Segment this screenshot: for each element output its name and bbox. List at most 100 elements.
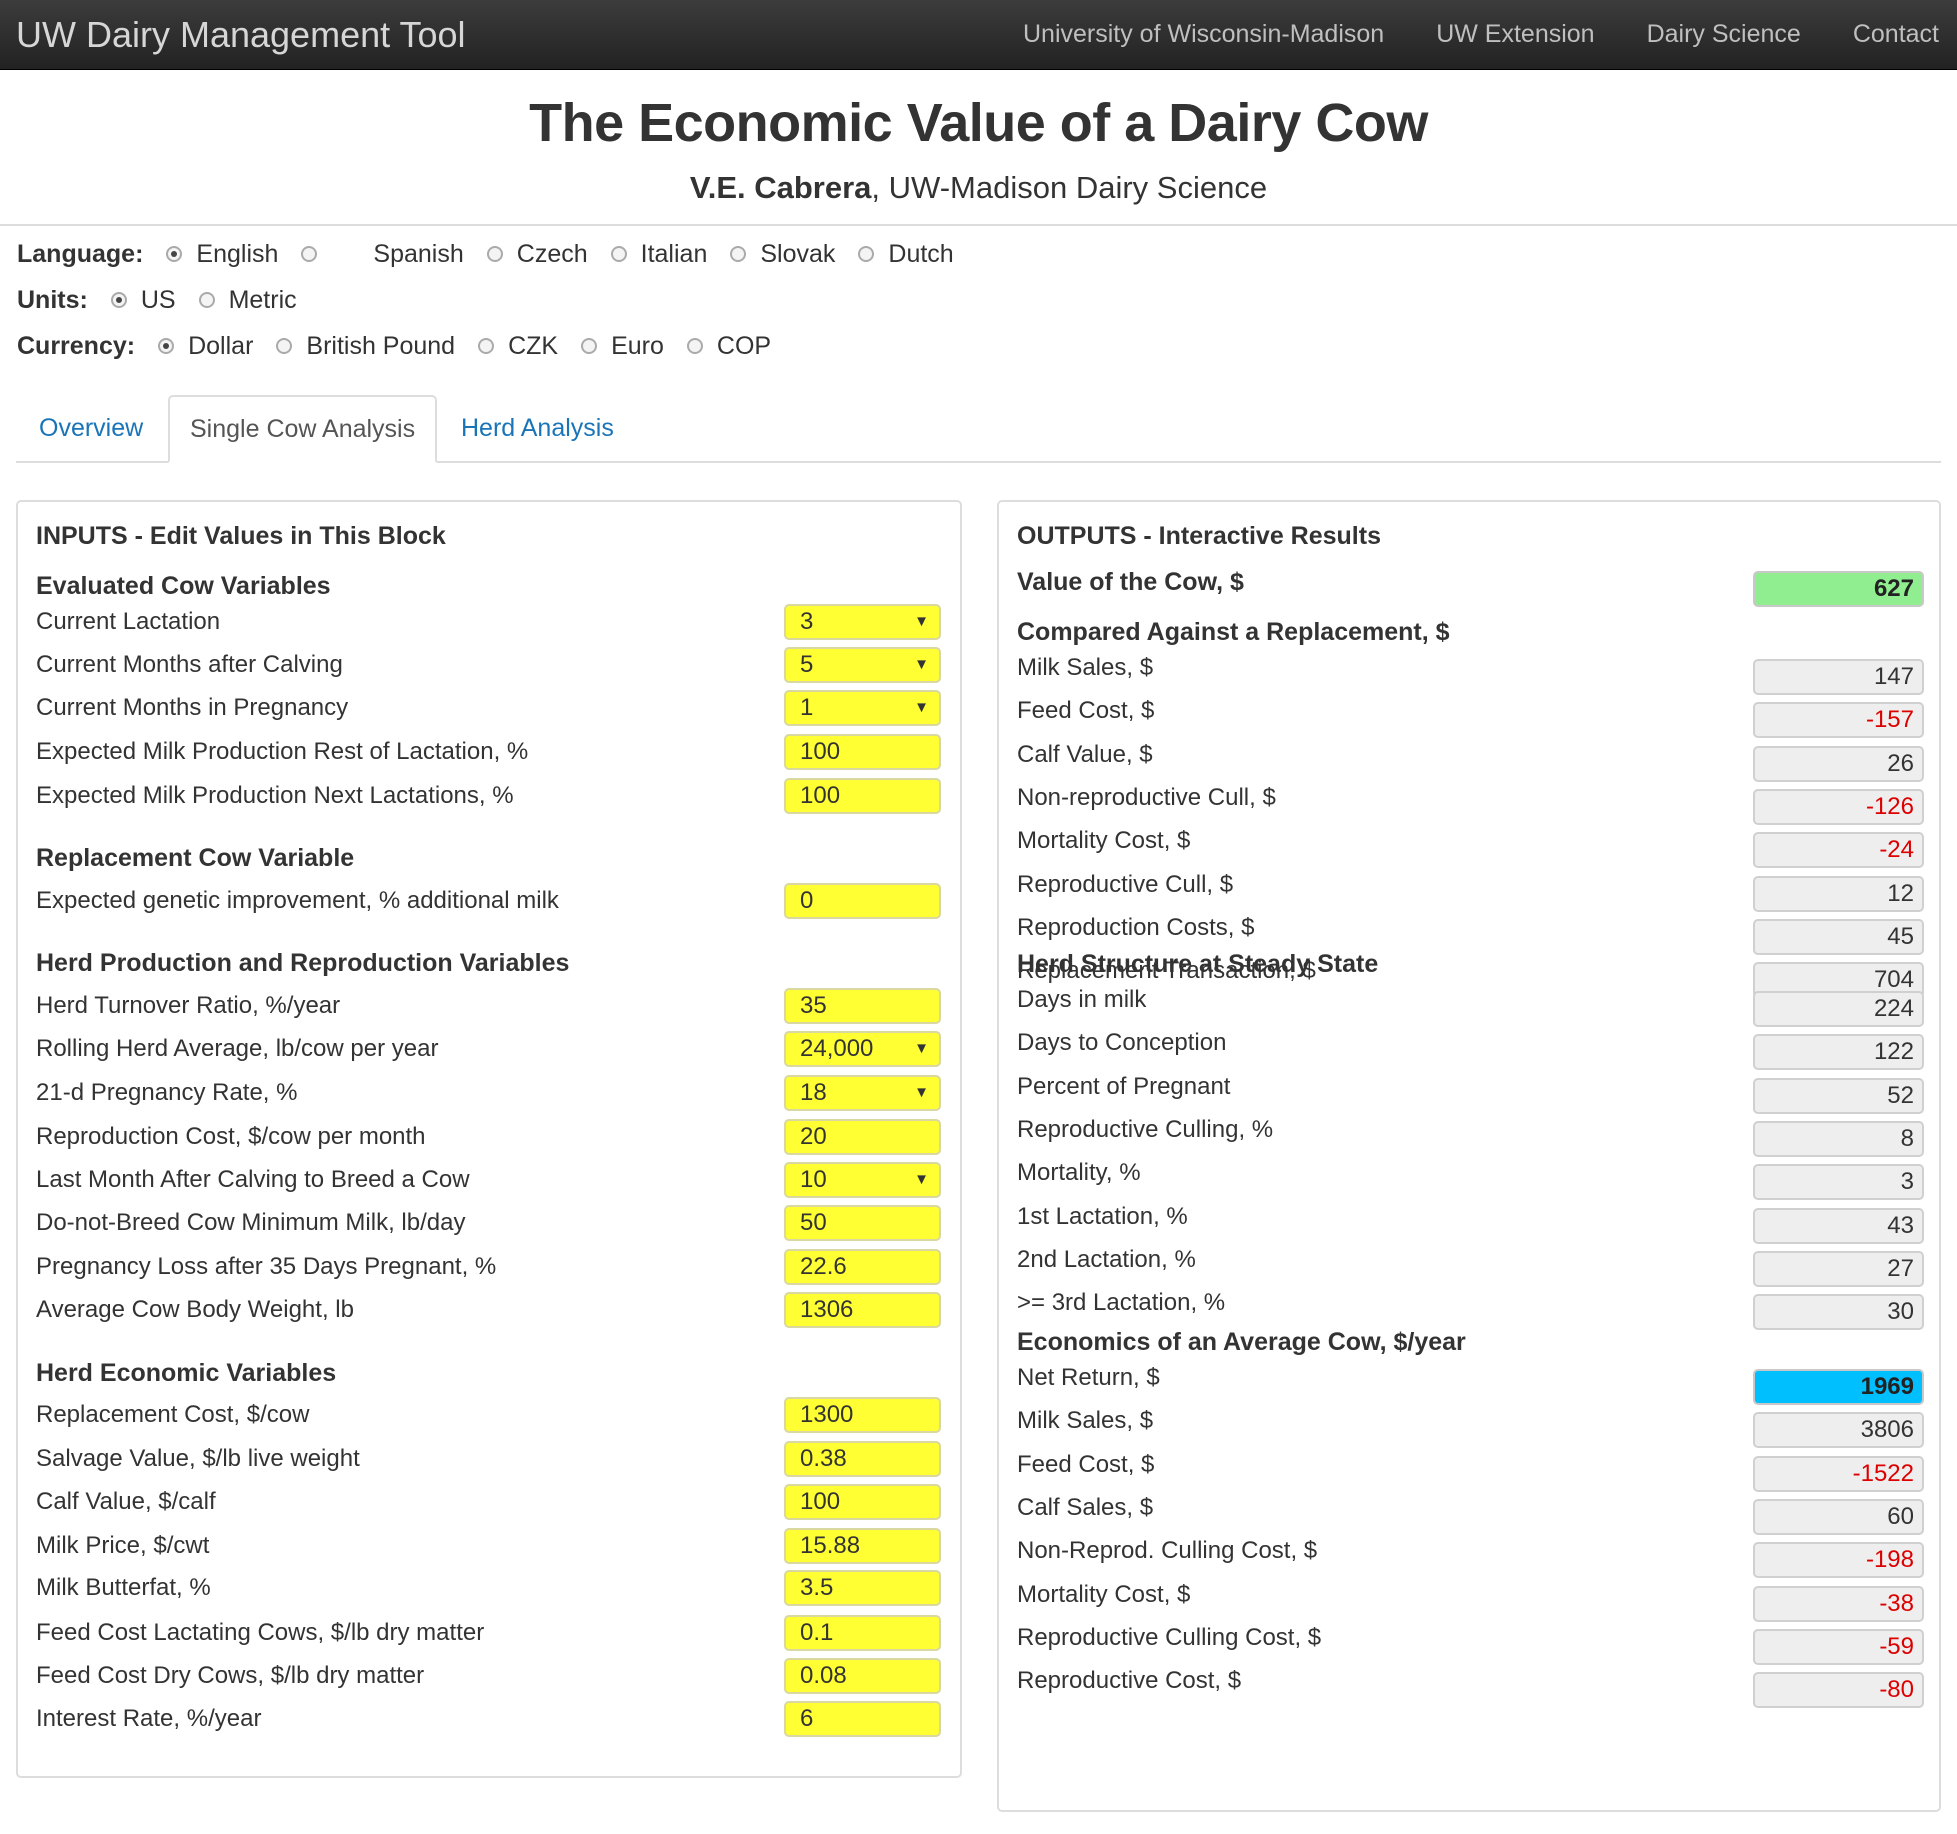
input-value: 100 (800, 738, 841, 765)
dropdown-caret-icon: ▼ (914, 1040, 929, 1057)
output-value-reproduction-costs: 45 (1753, 919, 1924, 955)
input-value: 20 (800, 1123, 827, 1150)
input-label-feed-cost-dry-cows-lb-dry-matter: Feed Cost Dry Cows, $/lb dry matter (36, 1662, 425, 1689)
radio-slovak[interactable] (730, 246, 747, 262)
author-name: V.E. Cabrera (689, 170, 872, 205)
tab-single-cow-analysis[interactable]: Single Cow Analysis (168, 395, 438, 463)
currency-option-czk[interactable]: CZK (478, 332, 558, 361)
header-divider (0, 224, 1957, 226)
units-row: Units: US Metric (0, 277, 1957, 323)
select-rolling-herd-average-lb-cow-per-year[interactable]: 24,000 ▼ (784, 1031, 941, 1067)
radio-czech[interactable] (486, 246, 503, 262)
currency-option-cop[interactable]: COP (686, 332, 771, 361)
dropdown-caret-icon: ▼ (914, 699, 929, 716)
output-value-days-in-milk: 224 (1753, 991, 1924, 1027)
input-milk-butterfat[interactable]: 3.5 (784, 1570, 941, 1606)
output-label-mortality: Mortality, % (1017, 1159, 1141, 1186)
input-expected-milk-production-next-lactations[interactable]: 100 (784, 778, 941, 814)
output-value-net-return: 1969 (1753, 1369, 1924, 1405)
radio-cop[interactable] (686, 338, 703, 354)
input-replacement-cost-cow[interactable]: 1300 (784, 1397, 941, 1433)
output-label-net-return: Net Return, $ (1017, 1364, 1160, 1391)
input-value: 0.38 (800, 1445, 847, 1472)
input-value: 1306 (800, 1296, 854, 1323)
output-value-feed-cost: -157 (1753, 702, 1924, 738)
input-label-herd-turnover-ratio-year: Herd Turnover Ratio, %/year (36, 992, 341, 1019)
input-label-replacement-cost-cow: Replacement Cost, $/cow (36, 1401, 310, 1428)
input-value: 3.5 (800, 1574, 834, 1601)
radio-metric[interactable] (198, 292, 215, 308)
output-label-feed-cost: Feed Cost, $ (1017, 697, 1155, 724)
input-feed-cost-lactating-cows-lb-dry-matter[interactable]: 0.1 (784, 1615, 941, 1651)
tab-overview[interactable]: Overview (39, 395, 143, 461)
input-label-expected-genetic-improvement-additional-milk: Expected genetic improvement, % addition… (36, 887, 559, 914)
language-option-english[interactable]: English (166, 240, 278, 269)
select-current-months-in-pregnancy[interactable]: 1 ▼ (784, 690, 941, 726)
select-current-months-after-calving[interactable]: 5 ▼ (784, 647, 941, 683)
input-expected-genetic-improvement-additional-milk[interactable]: 0 (784, 883, 941, 919)
output-label-reproductive-culling: Reproductive Culling, % (1017, 1116, 1274, 1143)
outputs-panel: OUTPUTS - Interactive Results Value of t… (997, 500, 1941, 1812)
radio-italian[interactable] (610, 246, 627, 262)
language-option-spanish[interactable]: Spanish (301, 240, 464, 269)
input-value: 0 (800, 887, 814, 914)
radio-english[interactable] (166, 246, 183, 262)
language-row: Language: English Spanish Czech Italian … (0, 231, 1957, 277)
input-feed-cost-dry-cows-lb-dry-matter[interactable]: 0.08 (784, 1658, 941, 1694)
output-value-reproductive-culling: 8 (1753, 1121, 1924, 1157)
input-do-not-breed-cow-minimum-milk-lb-day[interactable]: 50 (784, 1205, 941, 1241)
input-milk-price-cwt[interactable]: 15.88 (784, 1528, 941, 1564)
input-interest-rate-year[interactable]: 6 (784, 1701, 941, 1737)
nav-link-uw-extension[interactable]: UW Extension (1436, 20, 1594, 49)
language-option-slovak[interactable]: Slovak (730, 240, 835, 269)
brand-title[interactable]: UW Dairy Management Tool (16, 14, 466, 56)
input-value: 100 (800, 1488, 841, 1515)
input-herd-turnover-ratio-year[interactable]: 35 (784, 988, 941, 1024)
currency-option-dollar[interactable]: Dollar (158, 332, 253, 361)
nav-link-contact[interactable]: Contact (1853, 20, 1939, 49)
language-option-dutch[interactable]: Dutch (858, 240, 954, 269)
radio-czk[interactable] (478, 338, 495, 354)
input-calf-value-calf[interactable]: 100 (784, 1484, 941, 1520)
input-salvage-value-lb-live-weight[interactable]: 0.38 (784, 1441, 941, 1477)
output-label-calf-sales: Calf Sales, $ (1017, 1494, 1154, 1521)
input-label-calf-value-calf: Calf Value, $/calf (36, 1488, 216, 1515)
input-value: 3 (800, 608, 814, 635)
input-value: 18 (800, 1079, 827, 1106)
input-average-cow-body-weight-lb[interactable]: 1306 (784, 1292, 941, 1328)
currency-option-euro[interactable]: Euro (581, 332, 664, 361)
output-label-1st-lactation: 1st Lactation, % (1017, 1203, 1188, 1230)
radio-dutch[interactable] (858, 246, 875, 262)
inputs-panel: INPUTS - Edit Values in This Block Evalu… (16, 500, 962, 1778)
radio-dollar[interactable] (158, 338, 175, 354)
radio-us[interactable] (110, 292, 127, 308)
input-expected-milk-production-rest-of-lactation[interactable]: 100 (784, 734, 941, 770)
input-label-rolling-herd-average-lb-cow-per-year: Rolling Herd Average, lb/cow per year (36, 1035, 439, 1062)
input-reproduction-cost-cow-per-month[interactable]: 20 (784, 1119, 941, 1155)
currency-option-british-pound[interactable]: British Pound (276, 332, 455, 361)
input-pregnancy-loss-after-35-days-pregnant[interactable]: 22.6 (784, 1249, 941, 1285)
select-current-lactation[interactable]: 3 ▼ (784, 604, 941, 640)
author-affiliation: , UW-Madison Dairy Science (871, 170, 1268, 205)
inputs-heading: INPUTS - Edit Values in This Block (36, 522, 446, 550)
select-21-d-pregnancy-rate[interactable]: 18 ▼ (784, 1075, 941, 1111)
language-option-italian[interactable]: Italian (610, 240, 707, 269)
units-option-us[interactable]: US (110, 286, 176, 315)
radio-spanish[interactable] (301, 246, 318, 262)
nav-link-uw-madison[interactable]: University of Wisconsin-Madison (1023, 20, 1384, 49)
units-option-metric[interactable]: Metric (198, 286, 297, 315)
output-value-percent-of-pregnant: 52 (1753, 1078, 1924, 1114)
input-label-last-month-after-calving-to-breed-a-cow: Last Month After Calving to Breed a Cow (36, 1166, 470, 1193)
input-label-expected-milk-production-next-lactations: Expected Milk Production Next Lactations… (36, 782, 514, 809)
outputs-section-title: Economics of an Average Cow, $/year (1017, 1328, 1466, 1356)
tab-herd-analysis[interactable]: Herd Analysis (461, 395, 614, 461)
outputs-section-title: Compared Against a Replacement, $ (1017, 618, 1450, 646)
select-last-month-after-calving-to-breed-a-cow[interactable]: 10 ▼ (784, 1162, 941, 1198)
language-option-czech[interactable]: Czech (486, 240, 588, 269)
input-value: 35 (800, 992, 827, 1019)
output-label-milk-sales: Milk Sales, $ (1017, 654, 1154, 681)
radio-euro[interactable] (581, 338, 598, 354)
nav-link-dairy-science[interactable]: Dairy Science (1647, 20, 1801, 49)
radio-british-pound[interactable] (276, 338, 293, 354)
inputs-section-title: Replacement Cow Variable (36, 844, 355, 872)
